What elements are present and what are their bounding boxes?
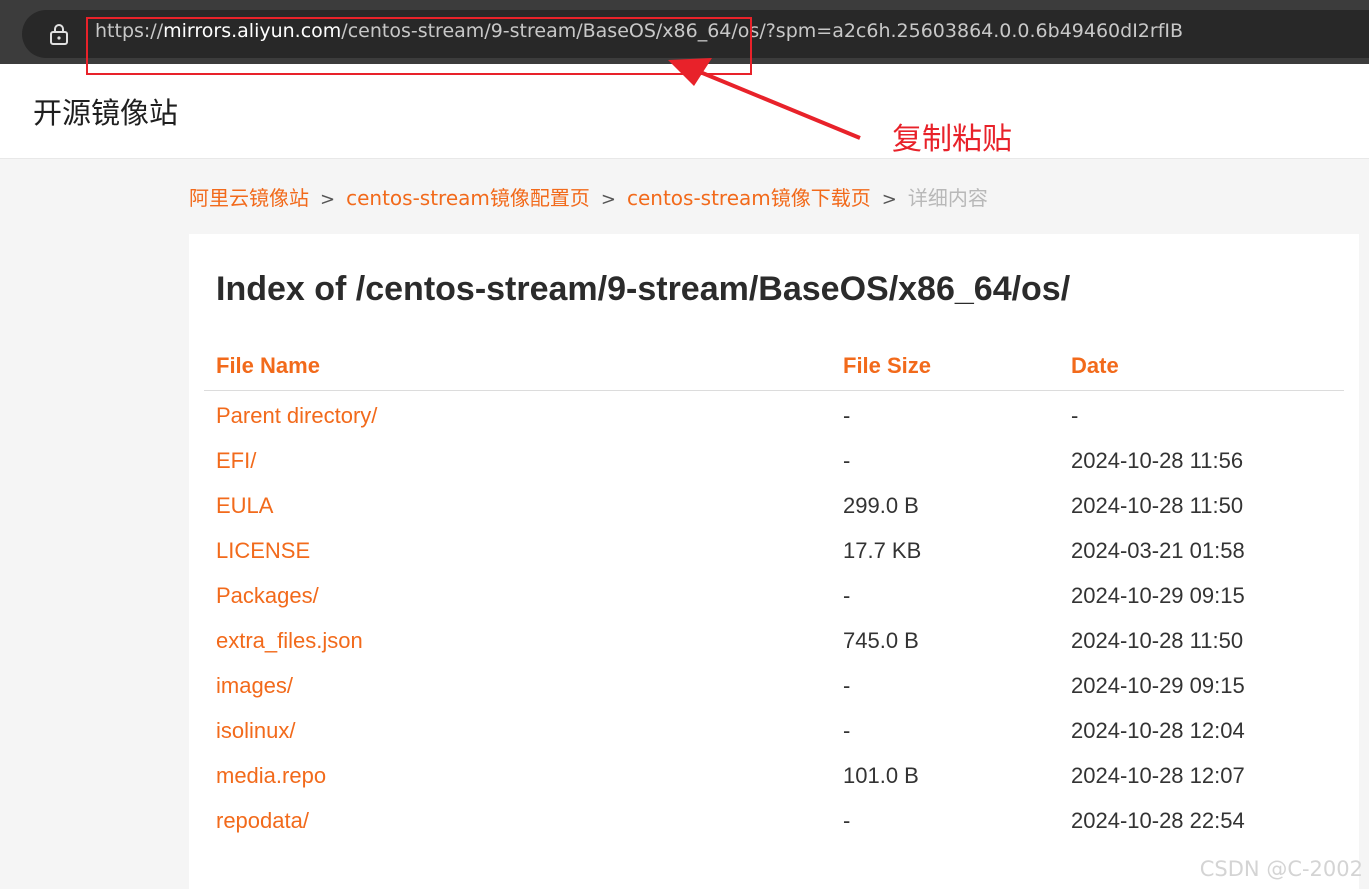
file-date: 2024-10-28 22:54: [1071, 807, 1245, 833]
file-size: 17.7 KB: [843, 537, 922, 563]
table-row: Parent directory/ - -: [204, 391, 1344, 439]
file-size: -: [843, 672, 851, 698]
lock-icon[interactable]: [48, 22, 70, 46]
file-link[interactable]: media.repo: [216, 763, 326, 788]
breadcrumb-separator: >: [881, 189, 897, 210]
file-size: 745.0 B: [843, 627, 919, 653]
column-header-name: File Name: [204, 342, 831, 391]
file-size: -: [843, 402, 851, 428]
table-row: extra_files.json 745.0 B 2024-10-28 11:5…: [204, 618, 1344, 663]
breadcrumb: 阿里云镜像站 > centos-stream镜像配置页 > centos-stream镜…: [189, 182, 988, 211]
table-row: LICENSE 17.7 KB 2024-03-21 01:58: [204, 528, 1344, 573]
file-size: 101.0 B: [843, 762, 919, 788]
file-date: -: [1071, 402, 1079, 428]
file-link[interactable]: images/: [216, 673, 293, 698]
file-date: 2024-03-21 01:58: [1071, 537, 1245, 563]
table-row: images/ - 2024-10-29 09:15: [204, 663, 1344, 708]
breadcrumb-link-aliyun-mirror[interactable]: 阿里云镜像站: [189, 186, 309, 210]
column-header-date: Date: [1059, 342, 1344, 391]
file-date: 2024-10-28 11:56: [1071, 447, 1244, 473]
table-row: Packages/ - 2024-10-29 09:15: [204, 573, 1344, 618]
file-date: 2024-10-28 11:50: [1071, 492, 1244, 518]
annotation-highlight-box: [86, 17, 752, 75]
file-date: 2024-10-28 12:07: [1071, 762, 1245, 788]
page-title: Index of /centos-stream/9-stream/BaseOS/…: [216, 270, 1071, 308]
watermark: CSDN @C-2002: [1199, 857, 1363, 881]
annotation-label: 复制粘贴: [892, 122, 1012, 157]
content-card: Index of /centos-stream/9-stream/BaseOS/…: [189, 234, 1359, 889]
file-size: -: [843, 582, 851, 608]
file-link[interactable]: LICENSE: [216, 538, 310, 563]
table-header-row: File Name File Size Date: [204, 342, 1344, 391]
file-link[interactable]: isolinux/: [216, 718, 295, 743]
site-header: 开源镜像站: [0, 64, 1369, 159]
file-size: -: [843, 447, 851, 473]
file-size: 299.0 B: [843, 492, 919, 518]
file-size: -: [843, 807, 851, 833]
column-header-size: File Size: [831, 342, 1059, 391]
table-row: media.repo 101.0 B 2024-10-28 12:07: [204, 753, 1344, 798]
file-date: 2024-10-29 09:15: [1071, 672, 1245, 698]
file-table: File Name File Size Date Parent director…: [204, 342, 1344, 843]
table-row: isolinux/ - 2024-10-28 12:04: [204, 708, 1344, 753]
file-size: -: [843, 717, 851, 743]
breadcrumb-link-config-page[interactable]: centos-stream镜像配置页: [346, 186, 590, 210]
file-date: 2024-10-29 09:15: [1071, 582, 1245, 608]
file-link[interactable]: extra_files.json: [216, 628, 363, 653]
file-date: 2024-10-28 11:50: [1071, 627, 1244, 653]
table-row: EULA 299.0 B 2024-10-28 11:50: [204, 483, 1344, 528]
breadcrumb-link-download-page[interactable]: centos-stream镜像下载页: [627, 186, 871, 210]
file-date: 2024-10-28 12:04: [1071, 717, 1245, 743]
site-title[interactable]: 开源镜像站: [33, 90, 178, 132]
file-link[interactable]: Parent directory/: [216, 403, 377, 428]
file-link[interactable]: EULA: [216, 493, 273, 518]
file-link[interactable]: repodata/: [216, 808, 309, 833]
breadcrumb-separator: >: [320, 189, 336, 210]
table-row: repodata/ - 2024-10-28 22:54: [204, 798, 1344, 843]
breadcrumb-current: 详细内容: [907, 186, 988, 210]
file-link[interactable]: EFI/: [216, 448, 256, 473]
file-link[interactable]: Packages/: [216, 583, 319, 608]
table-row: EFI/ - 2024-10-28 11:56: [204, 438, 1344, 483]
breadcrumb-separator: >: [600, 189, 616, 210]
